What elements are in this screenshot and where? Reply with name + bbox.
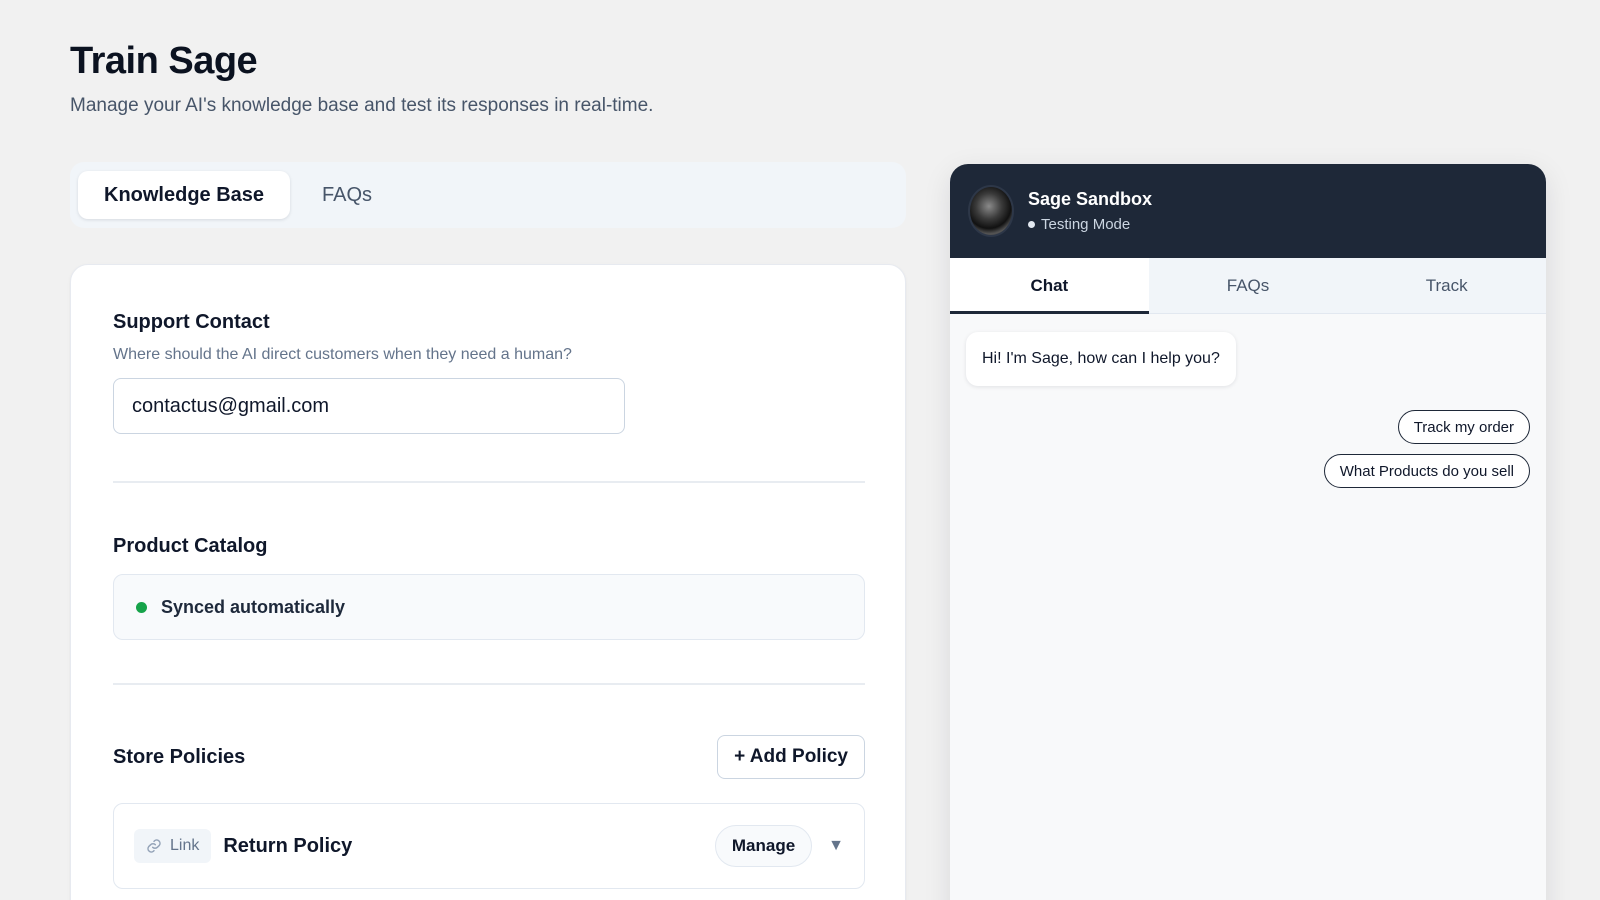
tab-knowledge-base[interactable]: Knowledge Base bbox=[78, 171, 291, 219]
support-email-input[interactable] bbox=[113, 378, 625, 434]
chat-status-text: Testing Mode bbox=[1041, 216, 1131, 233]
support-contact-section: Support Contact Where should the AI dire… bbox=[113, 311, 865, 434]
link-icon bbox=[147, 839, 161, 853]
main-tabs: Knowledge Base FAQs bbox=[70, 162, 906, 228]
manage-policy-button[interactable]: Manage bbox=[714, 825, 813, 867]
policy-type-label: Link bbox=[170, 837, 200, 854]
add-policy-button[interactable]: + Add Policy bbox=[717, 735, 865, 779]
product-catalog-section: Product Catalog Synced automatically bbox=[113, 535, 865, 640]
policy-name: Return Policy bbox=[223, 834, 353, 857]
chat-tab-track[interactable]: Track bbox=[1347, 258, 1546, 313]
page-title: Train Sage bbox=[70, 40, 258, 82]
sync-status-box: Synced automatically bbox=[113, 574, 865, 640]
status-dot-icon bbox=[1028, 221, 1035, 228]
section-divider bbox=[113, 683, 865, 685]
section-divider bbox=[113, 481, 865, 483]
sync-status-text: Synced automatically bbox=[161, 596, 346, 617]
policy-type-badge: Link bbox=[134, 829, 212, 863]
support-contact-title: Support Contact bbox=[113, 311, 270, 333]
chat-header: Sage Sandbox Testing Mode bbox=[950, 164, 1546, 258]
policy-row: Link Return Policy Manage ▼ bbox=[113, 803, 865, 889]
support-contact-description: Where should the AI direct customers whe… bbox=[113, 346, 572, 363]
bot-message: Hi! I'm Sage, how can I help you? bbox=[966, 332, 1236, 386]
product-catalog-title: Product Catalog bbox=[113, 535, 268, 557]
sync-status-dot bbox=[136, 601, 147, 613]
chat-status: Testing Mode bbox=[1028, 216, 1152, 233]
chat-name: Sage Sandbox bbox=[1028, 189, 1153, 209]
avatar bbox=[968, 185, 1014, 237]
store-policies-header: Store Policies + Add Policy bbox=[113, 735, 865, 779]
page-header: Train Sage Manage your AI's knowledge ba… bbox=[70, 40, 653, 117]
quick-reply-products[interactable]: What Products do you sell bbox=[1323, 454, 1530, 488]
quick-replies: Track my order What Products do you sell bbox=[1323, 410, 1530, 488]
page-subtitle: Manage your AI's knowledge base and test… bbox=[70, 95, 654, 116]
chat-tab-chat[interactable]: Chat bbox=[950, 258, 1149, 314]
quick-reply-track-order[interactable]: Track my order bbox=[1397, 410, 1530, 444]
chat-tab-faqs[interactable]: FAQs bbox=[1149, 258, 1348, 313]
chat-tabs: Chat FAQs Track bbox=[950, 258, 1546, 314]
tab-faqs[interactable]: FAQs bbox=[296, 171, 398, 219]
store-policies-title: Store Policies bbox=[113, 745, 246, 768]
store-policies-section: Store Policies + Add Policy Link Return … bbox=[113, 735, 865, 889]
chat-sandbox: Sage Sandbox Testing Mode Chat FAQs Trac… bbox=[950, 164, 1546, 900]
knowledge-base-card: Support Contact Where should the AI dire… bbox=[70, 264, 906, 900]
chevron-down-icon[interactable]: ▼ bbox=[828, 837, 844, 855]
